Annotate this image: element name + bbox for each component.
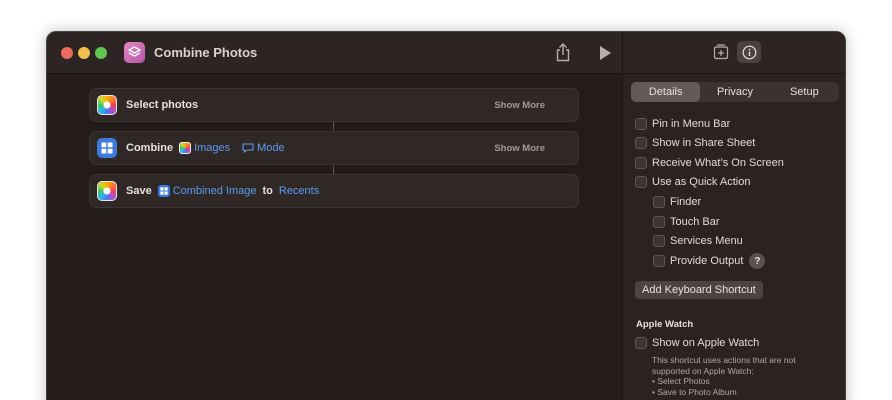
checkbox[interactable] (653, 216, 665, 228)
apple-watch-note: This shortcut uses actions that are not … (652, 355, 796, 397)
run-shortcut-play-icon[interactable] (598, 45, 612, 61)
checkbox[interactable] (635, 176, 647, 188)
maximize-window-button[interactable] (95, 47, 107, 59)
option-label: Use as Quick Action (652, 176, 751, 188)
option-label: Finder (670, 196, 702, 208)
details-sidebar: Details Privacy Setup Pin in Menu Bar Sh… (622, 32, 845, 400)
action-connector (333, 165, 334, 174)
tab-details[interactable]: Details (631, 82, 701, 102)
token-label: Mode (257, 142, 285, 154)
option-label: Receive What’s On Screen (652, 157, 784, 169)
photos-icon (179, 142, 192, 154)
option-use-as-quick-action[interactable]: Use as Quick Action (635, 176, 750, 188)
checkbox[interactable] (635, 157, 647, 169)
action-joiner: to (262, 185, 273, 197)
window-title: Combine Photos (154, 45, 258, 60)
combined-image-variable-token[interactable]: Combined Image (157, 185, 257, 197)
note-line: supported on Apple Watch: (652, 365, 754, 376)
info-icon[interactable] (737, 41, 761, 63)
note-line: • Select Photos (652, 376, 710, 386)
minimize-window-button[interactable] (78, 47, 90, 59)
checkbox[interactable] (653, 255, 665, 267)
token-label: Combined Image (172, 185, 257, 197)
share-icon[interactable] (555, 43, 571, 62)
apple-watch-section-heading: Apple Watch (636, 319, 694, 330)
tab-setup[interactable]: Setup (770, 82, 839, 102)
action-title-row: Save Combined Image to Recents (126, 185, 319, 197)
checkbox[interactable] (653, 235, 665, 247)
action-save-photo[interactable]: Save Combined Image to Recents (89, 174, 579, 208)
show-more-button[interactable]: Show More (494, 143, 545, 154)
option-label: Touch Bar (670, 216, 720, 228)
titlebar: Combine Photos (47, 32, 622, 74)
add-keyboard-shortcut-button[interactable]: Add Keyboard Shortcut (635, 281, 763, 299)
speech-bubble-icon (242, 143, 254, 153)
note-line: This shortcut uses actions that are not (652, 355, 796, 365)
action-verb: Save (126, 185, 152, 197)
option-receive-whats-on-screen[interactable]: Receive What’s On Screen (635, 157, 784, 169)
close-window-button[interactable] (61, 47, 73, 59)
option-label: Show on Apple Watch (652, 337, 760, 349)
action-connector (333, 122, 334, 131)
help-icon[interactable]: ? (749, 253, 766, 269)
sidebar-tabs: Details Privacy Setup (631, 82, 839, 102)
checkbox[interactable] (635, 137, 647, 149)
option-label: Provide Output (670, 255, 744, 267)
checkbox[interactable] (635, 337, 647, 349)
option-label: Pin in Menu Bar (652, 118, 731, 130)
checkbox[interactable] (635, 118, 647, 130)
images-variable-token[interactable]: Images (179, 142, 230, 154)
album-parameter-token[interactable]: Recents (279, 185, 319, 197)
photos-icon (97, 181, 117, 201)
token-label: Recents (278, 185, 320, 197)
option-label: Show in Share Sheet (652, 137, 756, 149)
option-pin-in-menu-bar[interactable]: Pin in Menu Bar (635, 118, 730, 130)
action-title: Select photos (126, 99, 199, 111)
option-provide-output[interactable]: Provide Output ? (653, 253, 766, 269)
photos-icon (97, 95, 117, 115)
combine-icon (157, 185, 170, 197)
shortcut-editor-window: Combine Photos Select photos Show More C… (46, 31, 846, 400)
token-label: Images (194, 142, 231, 154)
action-title-row: Combine Images Mode (126, 142, 285, 154)
option-finder[interactable]: Finder (653, 196, 701, 208)
checkbox[interactable] (653, 196, 665, 208)
combine-icon (97, 138, 117, 158)
action-verb: Combine (126, 142, 174, 154)
show-more-button[interactable]: Show More (494, 100, 545, 111)
option-services-menu[interactable]: Services Menu (653, 235, 743, 247)
mode-parameter-token[interactable]: Mode (242, 142, 285, 154)
option-show-on-apple-watch[interactable]: Show on Apple Watch (635, 337, 759, 349)
shortcuts-icon (124, 42, 145, 63)
editor-main-pane: Combine Photos Select photos Show More C… (47, 32, 622, 400)
action-combine-images[interactable]: Combine Images Mode Show More (89, 131, 579, 165)
sidebar-toolbar (623, 32, 845, 74)
option-touch-bar[interactable]: Touch Bar (653, 216, 720, 228)
note-line: • Save to Photo Album (652, 386, 737, 397)
option-label: Services Menu (670, 235, 743, 247)
tab-privacy[interactable]: Privacy (700, 82, 769, 102)
add-to-dock-icon[interactable] (709, 41, 733, 63)
action-select-photos[interactable]: Select photos Show More (89, 88, 579, 122)
option-show-in-share-sheet[interactable]: Show in Share Sheet (635, 137, 755, 149)
